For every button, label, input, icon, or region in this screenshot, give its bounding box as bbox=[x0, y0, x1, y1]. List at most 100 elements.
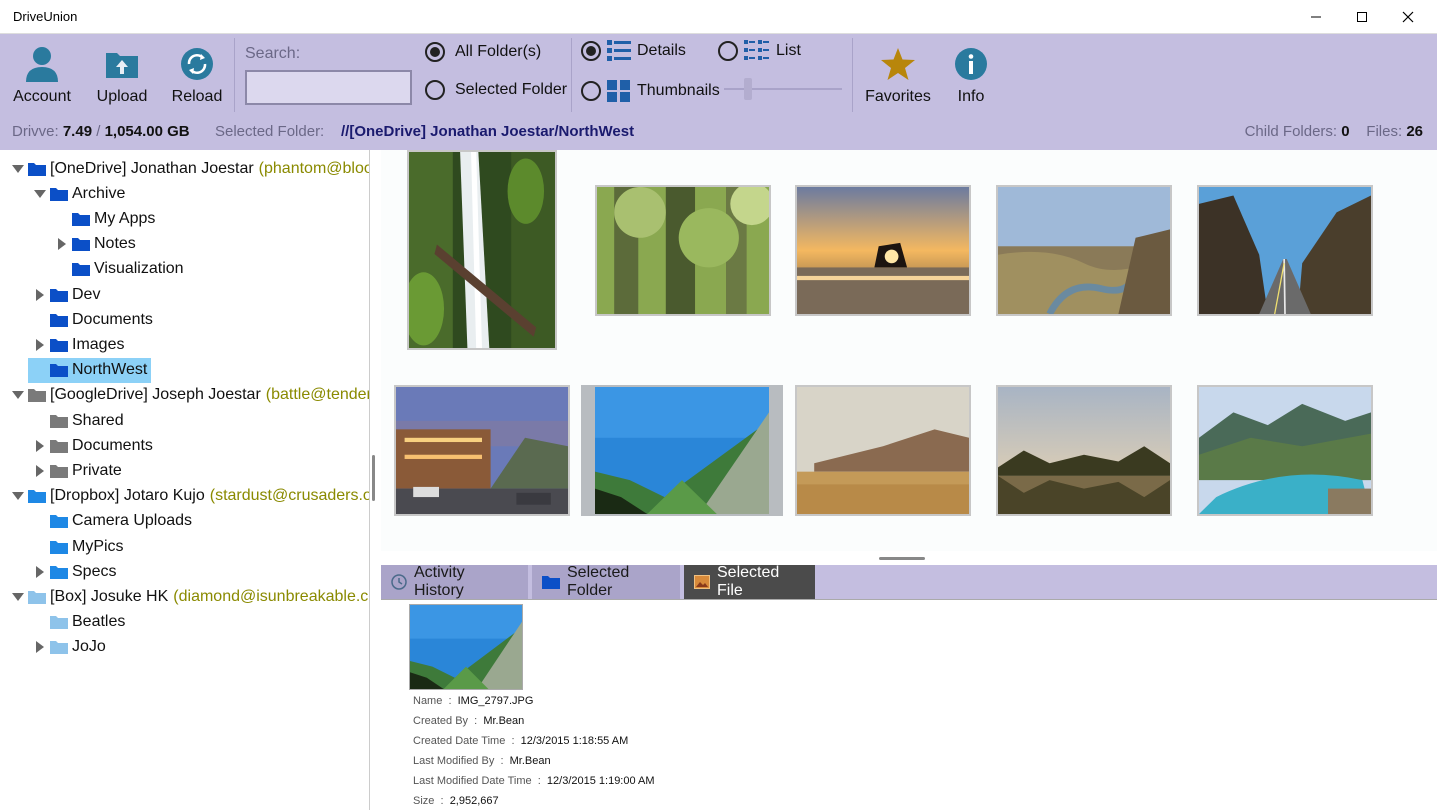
tab-selected-folder[interactable]: Selected Folder bbox=[532, 564, 680, 599]
reload-button[interactable]: Reload bbox=[170, 44, 224, 106]
property-row: Created By : Mr.Bean bbox=[413, 715, 524, 727]
sunset-rock-thumb[interactable] bbox=[795, 185, 971, 316]
close-button[interactable] bbox=[1385, 0, 1431, 34]
tree-item[interactable]: Specs bbox=[30, 559, 116, 584]
tab-label: Selected File bbox=[717, 564, 780, 599]
tree-item[interactable]: Dev bbox=[30, 282, 100, 307]
thumbnail-image bbox=[403, 152, 555, 348]
expander-closed-icon[interactable] bbox=[30, 637, 50, 657]
splitter-grip[interactable] bbox=[879, 557, 925, 560]
scope-selected-radio[interactable]: Selected Folder bbox=[425, 80, 567, 100]
tree-item[interactable]: Visualization bbox=[52, 257, 184, 282]
tree-splitter-handle[interactable] bbox=[372, 455, 375, 501]
favorites-label: Favorites bbox=[865, 88, 931, 105]
tree-item[interactable]: [Box] Josuke HK (diamond@isunbreakable.co bbox=[8, 584, 369, 609]
tree-item[interactable]: Camera Uploads bbox=[30, 509, 192, 534]
folder-icon bbox=[72, 212, 90, 226]
expander-closed-icon[interactable] bbox=[30, 436, 50, 456]
village-street-thumb[interactable] bbox=[394, 385, 570, 516]
view-list-radio[interactable]: List bbox=[718, 40, 801, 62]
expander-closed-icon[interactable] bbox=[30, 461, 50, 481]
tree-item[interactable]: Notes bbox=[52, 232, 136, 257]
tab-selected-file[interactable]: Selected File bbox=[684, 564, 815, 599]
property-label: Name bbox=[413, 695, 443, 707]
river-valley-thumb[interactable] bbox=[996, 185, 1172, 316]
tree-item[interactable]: Archive bbox=[30, 181, 125, 206]
minimize-button[interactable] bbox=[1293, 0, 1339, 34]
expander-closed-icon[interactable] bbox=[30, 335, 50, 355]
expander-closed-icon[interactable] bbox=[30, 285, 50, 305]
view-details-radio[interactable]: Details bbox=[581, 40, 686, 62]
horizontal-splitter[interactable] bbox=[381, 551, 1437, 565]
tab-label: Selected Folder bbox=[567, 564, 630, 599]
property-value: 12/3/2015 1:18:55 AM bbox=[520, 735, 629, 747]
view-details-label: Details bbox=[637, 42, 686, 59]
tree-item[interactable]: Images bbox=[30, 332, 124, 357]
upload-folder-icon bbox=[102, 44, 142, 84]
thumbnail-size-slider[interactable] bbox=[724, 88, 842, 90]
thumbnails-view-icon bbox=[607, 80, 631, 102]
slider-thumb[interactable] bbox=[744, 78, 752, 100]
desert-cliff-thumb[interactable] bbox=[795, 385, 971, 516]
tree-item[interactable]: [OneDrive] Jonathan Joestar (phantom@bloo bbox=[8, 156, 369, 181]
tree-item-label: JoJo bbox=[72, 638, 106, 656]
tree-item[interactable]: MyPics bbox=[30, 534, 124, 559]
tree-item-label: [Box] Josuke HK bbox=[50, 587, 169, 605]
folder-icon bbox=[50, 464, 68, 478]
folder-icon bbox=[50, 414, 68, 428]
expander-open-icon[interactable] bbox=[8, 385, 28, 405]
info-label: Info bbox=[957, 88, 985, 105]
image-icon bbox=[694, 575, 710, 589]
tree-item[interactable]: [GoogleDrive] Joseph Joestar (battle@tend… bbox=[8, 383, 369, 408]
maximize-icon bbox=[1357, 12, 1367, 22]
tab-label: Activity History bbox=[414, 564, 465, 599]
folder-icon bbox=[542, 575, 560, 589]
mountain-valley-thumb[interactable] bbox=[581, 385, 783, 516]
tree-item[interactable]: Private bbox=[30, 458, 122, 483]
expander-open-icon[interactable] bbox=[30, 184, 50, 204]
view-thumbnails-radio[interactable]: Thumbnails bbox=[581, 80, 720, 102]
radio-unselected-icon bbox=[425, 80, 445, 100]
upload-button[interactable]: Upload bbox=[94, 44, 150, 106]
folder-icon bbox=[50, 313, 68, 327]
forest-thumb[interactable] bbox=[595, 182, 774, 316]
tree-item[interactable]: Documents bbox=[30, 307, 153, 332]
maximize-button[interactable] bbox=[1339, 0, 1385, 34]
file-details-panel: Name : IMG_2797.JPG Created By : Mr.Bean C… bbox=[381, 600, 1437, 810]
tree-item[interactable]: [Dropbox] Jotaro Kujo (stardust@crusaders… bbox=[8, 484, 369, 509]
account-button[interactable]: Account bbox=[12, 44, 72, 106]
tree-item[interactable]: NorthWest bbox=[28, 357, 152, 383]
waterfall-thumb[interactable] bbox=[403, 150, 557, 350]
tree-item[interactable]: My Apps bbox=[52, 206, 155, 231]
thumbnail-image bbox=[998, 187, 1170, 316]
favorites-button[interactable]: Favorites bbox=[862, 44, 934, 106]
expander-open-icon[interactable] bbox=[8, 486, 28, 506]
tree-item[interactable]: Beatles bbox=[30, 610, 125, 635]
lake-reflection-thumb[interactable] bbox=[996, 385, 1172, 516]
expander-open-icon[interactable] bbox=[8, 587, 28, 607]
scope-all-radio[interactable]: All Folder(s) bbox=[425, 42, 541, 62]
property-separator: : bbox=[494, 755, 510, 767]
search-input[interactable] bbox=[245, 70, 412, 105]
tree-item-label: Dev bbox=[72, 285, 101, 303]
child-folders-label: Child Folders: bbox=[1244, 123, 1338, 140]
thumbnail-image bbox=[998, 387, 1170, 514]
folder-icon bbox=[72, 237, 90, 252]
folder-icon bbox=[72, 262, 90, 277]
expander-closed-icon[interactable] bbox=[52, 234, 72, 254]
expander-open-icon[interactable] bbox=[8, 159, 28, 179]
tree-item[interactable]: JoJo bbox=[30, 635, 106, 660]
minimize-icon bbox=[1311, 16, 1321, 18]
mountain-lake-thumb[interactable] bbox=[1197, 385, 1373, 516]
tree-item-label: Beatles bbox=[72, 613, 126, 631]
tab-activity-history[interactable]: Activity History bbox=[381, 564, 528, 599]
folder-icon bbox=[50, 363, 68, 378]
canyon-road-thumb[interactable] bbox=[1197, 185, 1373, 316]
tree-item[interactable]: Documents bbox=[30, 433, 153, 458]
info-button[interactable]: Info bbox=[950, 44, 992, 106]
property-label: Created Date Time bbox=[413, 735, 506, 747]
expander-closed-icon[interactable] bbox=[30, 562, 50, 582]
drive-total: 1,054.00 GB bbox=[104, 123, 190, 140]
tree-item[interactable]: Shared bbox=[30, 408, 124, 433]
